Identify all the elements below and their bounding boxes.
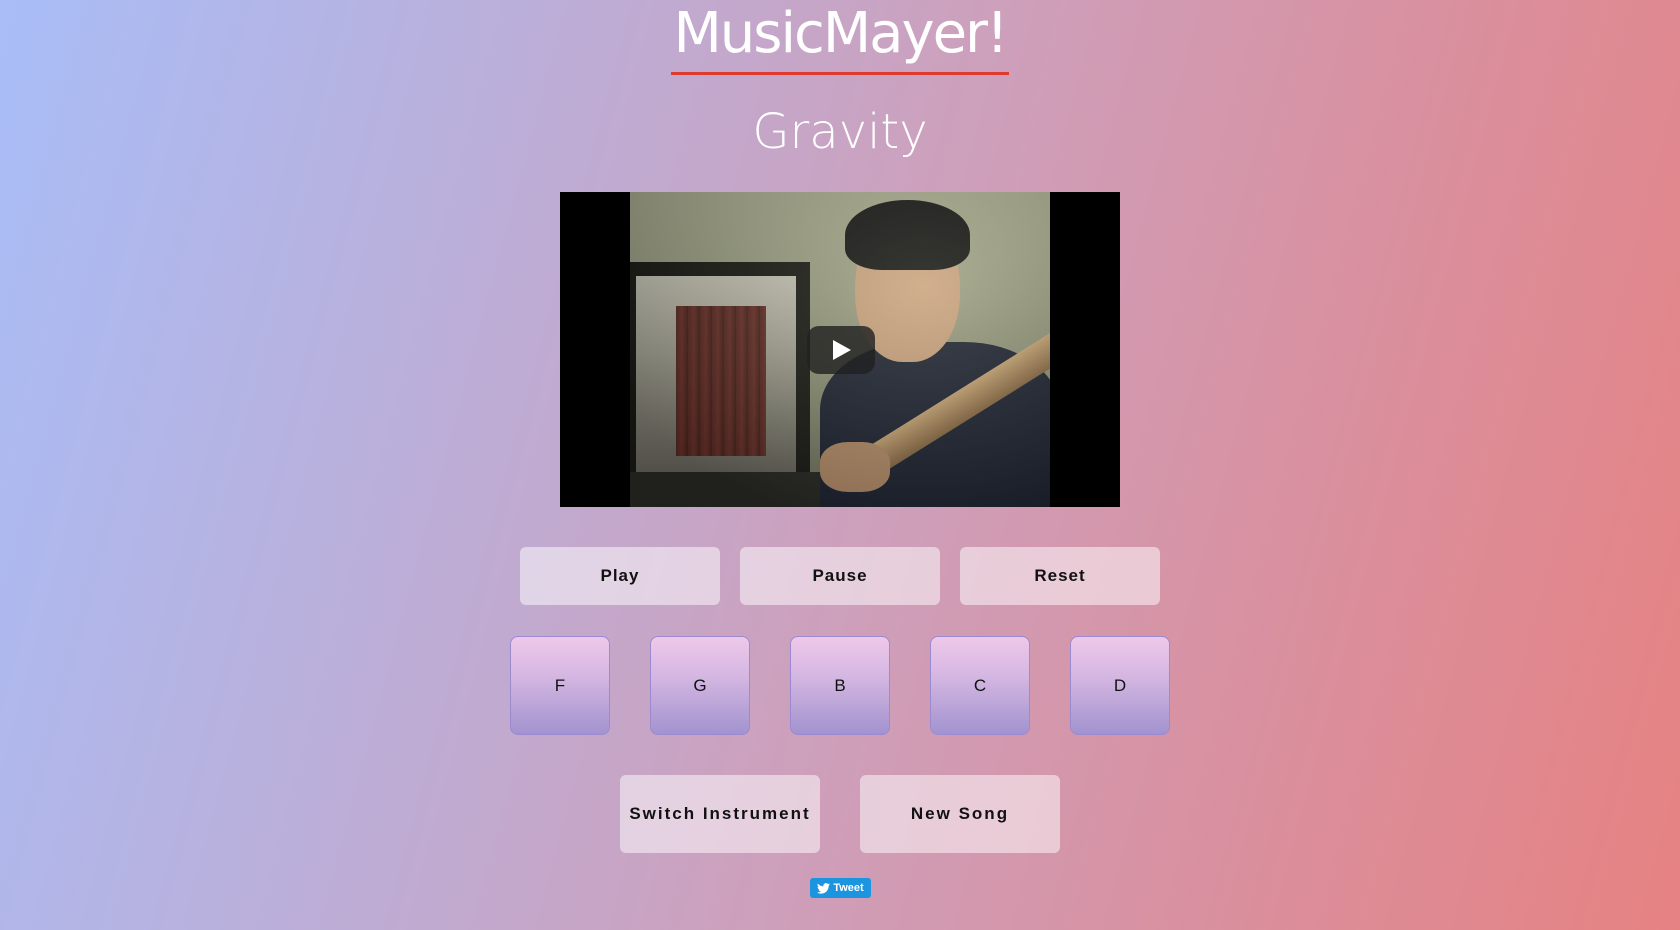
note-button-f[interactable]: F: [510, 636, 610, 735]
twitter-bird-icon: [817, 882, 831, 894]
song-title: Gravity: [752, 104, 928, 160]
reset-button[interactable]: Reset: [960, 547, 1160, 605]
note-button-b[interactable]: B: [790, 636, 890, 735]
note-button-c[interactable]: C: [930, 636, 1030, 735]
play-icon: [833, 340, 851, 360]
tweet-label: Tweet: [833, 882, 864, 894]
site-title: MusicMayer!: [671, 0, 1009, 75]
video-play-button[interactable]: [807, 326, 875, 374]
tweet-button[interactable]: Tweet: [810, 878, 871, 898]
new-song-button[interactable]: New Song: [860, 775, 1060, 853]
site-header: MusicMayer!: [0, 0, 1680, 75]
switch-instrument-button[interactable]: Switch Instrument: [620, 775, 820, 853]
note-button-d[interactable]: D: [1070, 636, 1170, 735]
video-player[interactable]: [560, 192, 1120, 507]
note-button-g[interactable]: G: [650, 636, 750, 735]
pause-button[interactable]: Pause: [740, 547, 940, 605]
play-button[interactable]: Play: [520, 547, 720, 605]
